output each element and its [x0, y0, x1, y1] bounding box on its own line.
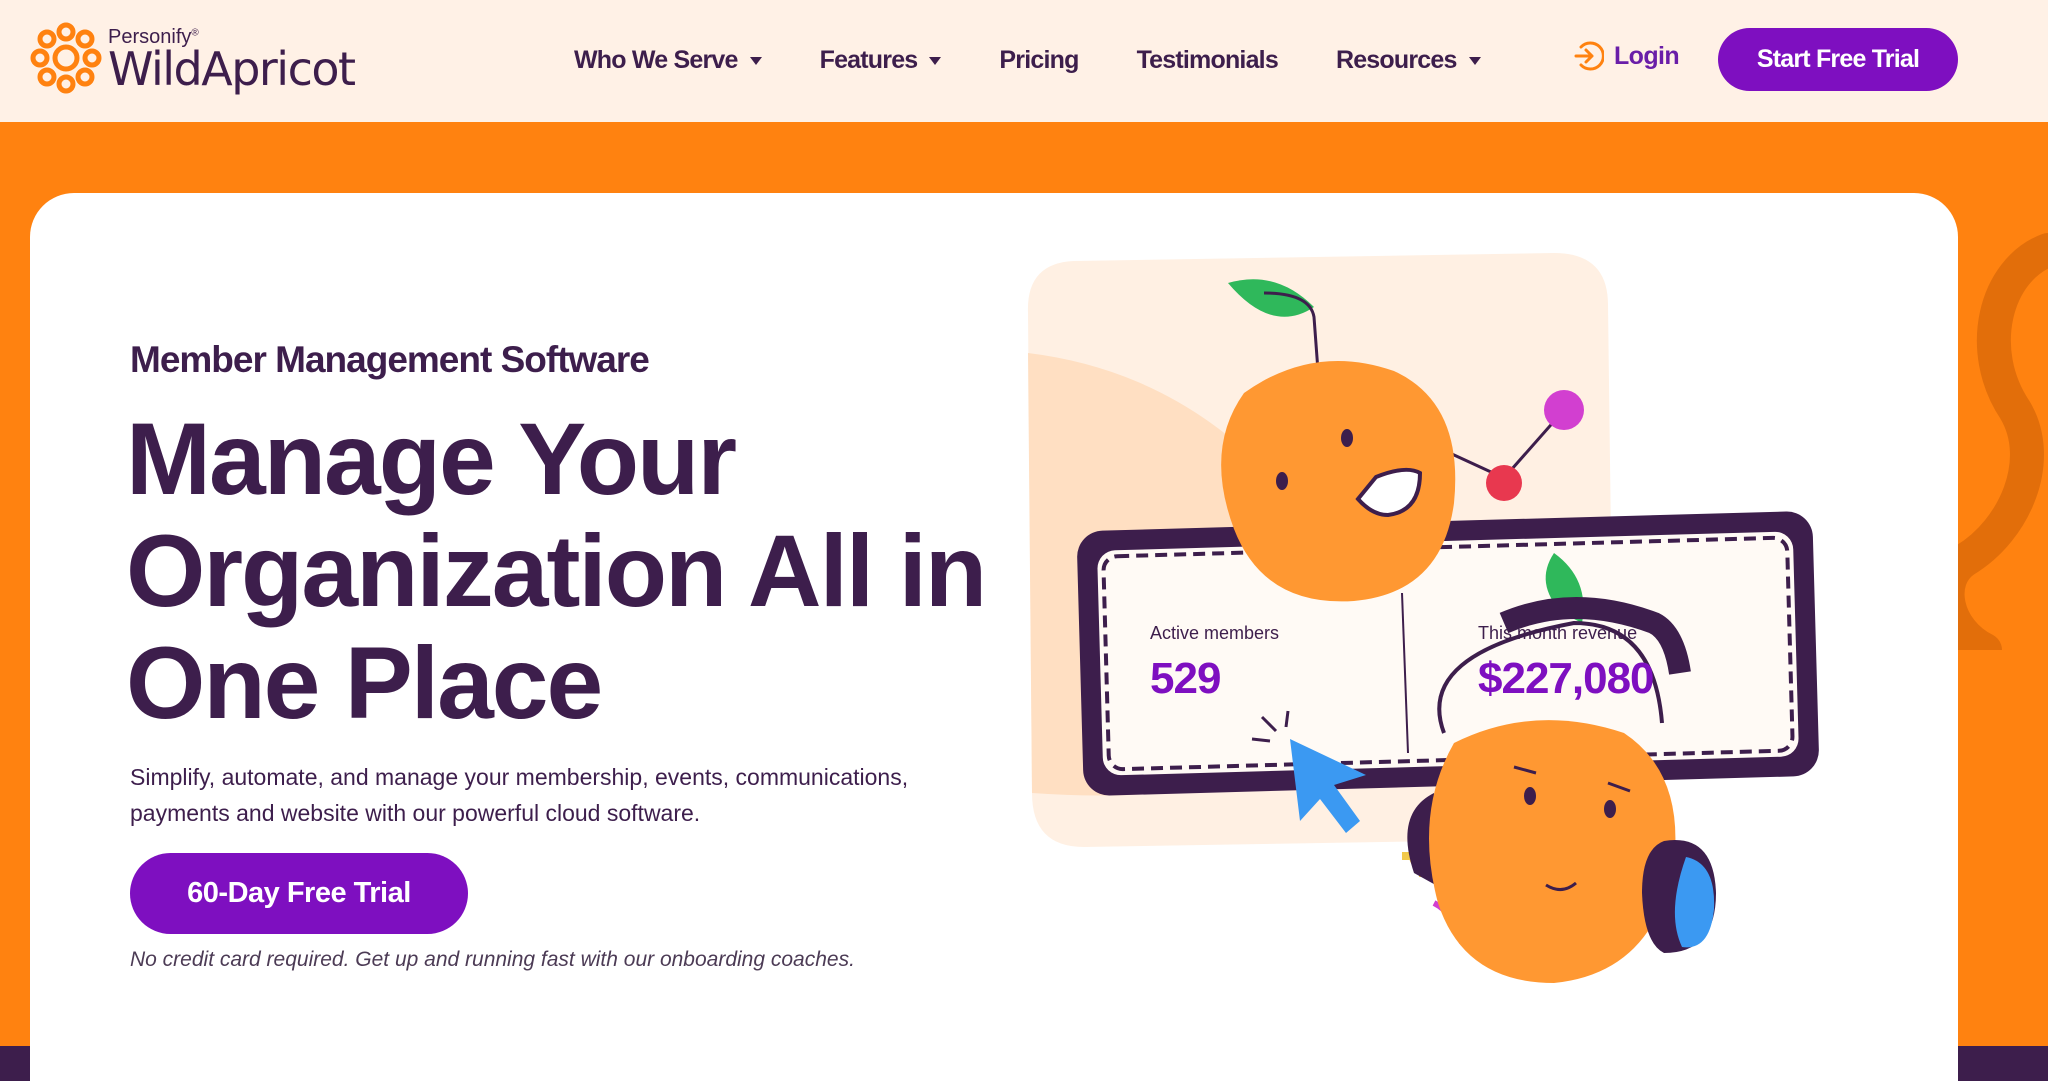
stat-value: $227,080: [1478, 654, 1655, 703]
hero-illustration: Active members 529 This month revenue $2…: [1014, 253, 1894, 1053]
wildapricot-logo[interactable]: Personify® WildApricot: [28, 18, 368, 98]
nav-label: Pricing: [999, 45, 1079, 74]
brand-name: WildApricot: [108, 42, 356, 96]
nav-item-pricing[interactable]: Pricing: [999, 45, 1079, 75]
nav-label: Features: [819, 45, 919, 74]
node-pink: [1544, 390, 1584, 430]
stat-label: Active members: [1150, 623, 1280, 643]
start-free-trial-button[interactable]: Start Free Trial: [1718, 28, 1958, 91]
nav-item-who-we-serve[interactable]: Who We Serve: [574, 46, 762, 75]
background-swirl: [1955, 233, 2048, 650]
stat-label: This month revenue: [1478, 623, 1638, 643]
nav-item-features[interactable]: Features: [820, 46, 942, 75]
hero-headline: Manage Your Organization All in One Plac…: [126, 402, 987, 740]
stat-active-members: Active members 529: [1150, 623, 1279, 704]
site-header: Personify® WildApricot Who We Serve Feat…: [0, 0, 2048, 122]
free-trial-button[interactable]: 60-Day Free Trial: [130, 853, 468, 934]
nav-item-testimonials[interactable]: Testimonials: [1136, 45, 1279, 75]
hero-eyebrow: Member Management Software: [130, 339, 650, 380]
node-red: [1486, 465, 1522, 501]
hero-subtext: Simplify, automate, and manage your memb…: [130, 764, 909, 826]
stat-monthly-revenue: This month revenue $227,080: [1478, 623, 1655, 704]
hero-card: Member Management Software Manage Your O…: [30, 193, 1958, 1081]
nav-label: Who We Serve: [574, 45, 738, 74]
nav-label: Resources: [1335, 45, 1457, 74]
caret-down-icon: [1468, 57, 1481, 65]
login-link[interactable]: Login: [1572, 40, 1680, 72]
login-arrow-icon: [1574, 41, 1604, 71]
nav-item-resources[interactable]: Resources: [1336, 46, 1481, 75]
hero-note: No credit card required. Get up and runn…: [130, 948, 855, 971]
login-label: Login: [1614, 41, 1680, 70]
stat-value: 529: [1150, 654, 1221, 703]
illustration-art: [1027, 253, 1819, 983]
caret-down-icon: [929, 57, 942, 65]
main-nav: Who We Serve Features Pricing Testimonia…: [574, 40, 1539, 80]
nav-label: Testimonials: [1136, 45, 1279, 74]
caret-down-icon: [749, 57, 762, 65]
sun-logo-icon: [30, 22, 102, 94]
